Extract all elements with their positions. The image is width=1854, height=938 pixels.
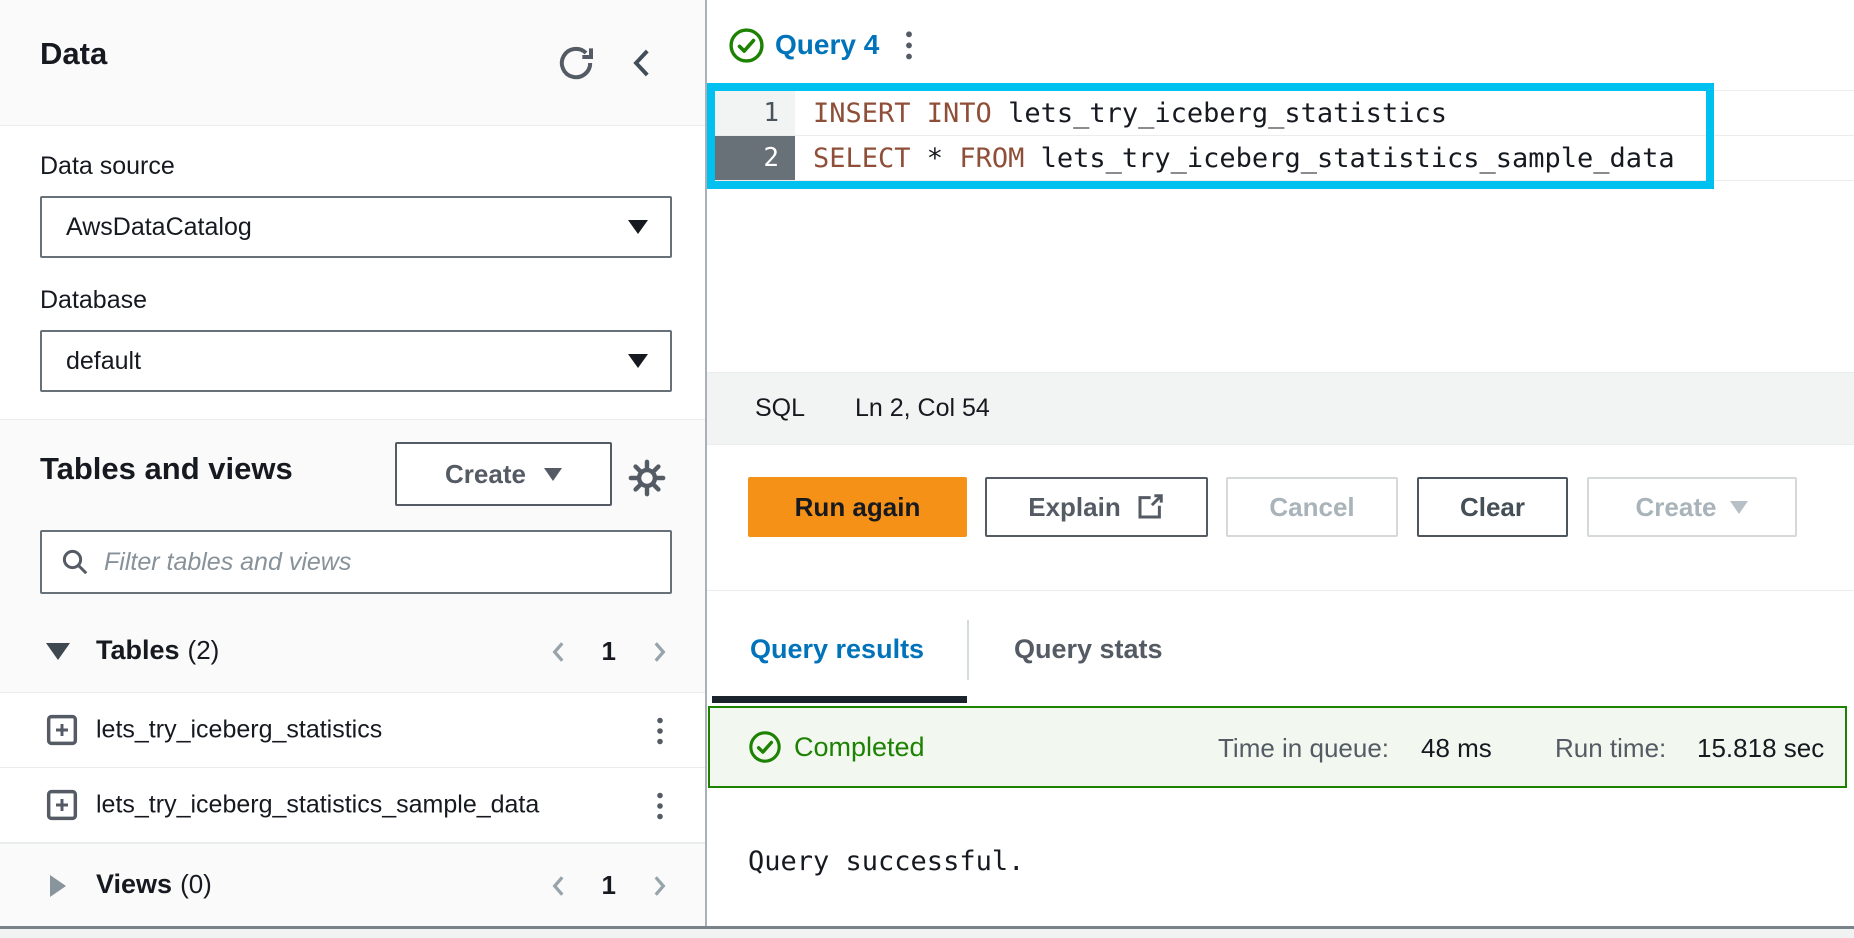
page-number[interactable]: 1 bbox=[602, 870, 616, 901]
table-row: lets_try_iceberg_statistics_sample_data bbox=[0, 768, 705, 843]
time-in-queue-value: 48 ms bbox=[1421, 733, 1492, 764]
time-in-queue-label: Time in queue: bbox=[1218, 733, 1389, 764]
tables-group-header[interactable]: Tables(2) 1 bbox=[0, 610, 705, 693]
line-number: 2 bbox=[709, 136, 795, 180]
data-source-label: Data source bbox=[40, 152, 175, 181]
check-circle-icon bbox=[748, 730, 782, 764]
table-row: lets_try_iceberg_statistics bbox=[0, 693, 705, 768]
code-line[interactable]: 1 INSERT INTO lets_try_iceberg_statistic… bbox=[709, 91, 1854, 136]
expand-table-icon bbox=[46, 789, 78, 821]
refresh-button[interactable] bbox=[556, 42, 598, 84]
run-again-button[interactable]: Run again bbox=[748, 477, 967, 537]
views-group-label: Views(0) bbox=[96, 869, 212, 900]
line-number: 1 bbox=[709, 91, 795, 135]
sql-token: SELECT bbox=[813, 143, 911, 174]
explain-button[interactable]: Explain bbox=[985, 477, 1208, 537]
code-line-text: INSERT INTO lets_try_iceberg_statistics bbox=[795, 98, 1447, 129]
code-line[interactable]: 2 SELECT * FROM lets_try_iceberg_statist… bbox=[709, 136, 1854, 181]
panel-title: Data bbox=[40, 36, 107, 72]
table-name: lets_try_iceberg_statistics_sample_data bbox=[96, 791, 539, 820]
filter-tables-field bbox=[40, 530, 672, 594]
tables-group-label: Tables(2) bbox=[96, 635, 219, 666]
sql-editor[interactable]: 1 INSERT INTO lets_try_iceberg_statistic… bbox=[709, 90, 1854, 372]
sql-token: FROM bbox=[959, 143, 1024, 174]
create-table-button[interactable]: Create bbox=[395, 442, 612, 506]
data-source-value: AwsDataCatalog bbox=[66, 213, 252, 242]
page-next-button[interactable] bbox=[646, 637, 672, 667]
filter-tables-input[interactable] bbox=[104, 548, 652, 577]
data-source-select[interactable]: AwsDataCatalog bbox=[40, 196, 672, 258]
kebab-icon bbox=[646, 789, 676, 823]
tables-and-views-heading: Tables and views bbox=[40, 451, 293, 487]
kebab-icon bbox=[895, 28, 923, 64]
table-actions-kebab-button[interactable] bbox=[646, 789, 676, 823]
views-pagination: 1 bbox=[546, 844, 672, 927]
database-label: Database bbox=[40, 286, 147, 315]
expand-table-button[interactable] bbox=[46, 789, 78, 821]
expand-table-icon bbox=[46, 714, 78, 746]
results-tab-bar: Query results Query stats bbox=[707, 610, 1854, 706]
language-indicator: SQL bbox=[755, 394, 805, 423]
tables-and-views-section: Tables and views Create bbox=[0, 419, 705, 610]
views-count: (0) bbox=[180, 869, 212, 899]
sql-token: lets_try_iceberg_statistics bbox=[992, 98, 1447, 129]
collapsed-triangle-icon[interactable] bbox=[50, 875, 66, 897]
query-editor-panel: Query 4 1 INSERT INTO lets_try_iceberg_s… bbox=[707, 0, 1854, 926]
query-tab[interactable]: Query 4 bbox=[775, 29, 879, 61]
bottom-scroll-edge bbox=[0, 926, 1854, 938]
check-circle-icon bbox=[728, 27, 765, 64]
data-panel: Data Data source AwsDataCatalog Database… bbox=[0, 0, 707, 926]
caret-down-icon bbox=[628, 220, 648, 234]
search-icon bbox=[60, 547, 90, 577]
data-panel-header: Data bbox=[0, 0, 705, 126]
sql-token: * bbox=[911, 143, 960, 174]
page-number[interactable]: 1 bbox=[602, 636, 616, 667]
tab-separator bbox=[967, 620, 969, 680]
query-tab-kebab-button[interactable] bbox=[895, 28, 923, 64]
active-tab-underline bbox=[712, 696, 967, 703]
views-group-header[interactable]: Views(0) 1 bbox=[0, 843, 705, 926]
sql-token: lets_try_iceberg_statistics_sample_data bbox=[1024, 143, 1674, 174]
code-line-text: SELECT * FROM lets_try_iceberg_statistic… bbox=[795, 143, 1675, 174]
external-link-icon bbox=[1135, 492, 1165, 522]
database-select[interactable]: default bbox=[40, 330, 672, 392]
tab-query-stats[interactable]: Query stats bbox=[1014, 634, 1163, 665]
page-prev-button[interactable] bbox=[546, 871, 572, 901]
status-badge: Completed bbox=[794, 732, 925, 763]
page-next-button[interactable] bbox=[646, 871, 672, 901]
expand-table-button[interactable] bbox=[46, 714, 78, 746]
tables-count: (2) bbox=[188, 635, 220, 665]
caret-down-icon bbox=[1730, 501, 1748, 514]
section-divider bbox=[707, 590, 1854, 591]
tables-pagination: 1 bbox=[546, 610, 672, 693]
expanded-triangle-icon[interactable] bbox=[46, 643, 70, 660]
collapse-panel-button[interactable] bbox=[624, 42, 664, 84]
table-actions-kebab-button[interactable] bbox=[646, 714, 676, 748]
run-time-label: Run time: bbox=[1555, 733, 1666, 764]
database-value: default bbox=[66, 347, 141, 376]
caret-down-icon bbox=[544, 468, 562, 481]
kebab-icon bbox=[646, 714, 676, 748]
sql-token: INSERT INTO bbox=[813, 98, 992, 129]
refresh-icon bbox=[556, 43, 598, 83]
action-buttons-row: Run again Explain Cancel Clear Create bbox=[707, 477, 1854, 537]
caret-down-icon bbox=[628, 354, 648, 368]
clear-button[interactable]: Clear bbox=[1417, 477, 1568, 537]
tab-query-results[interactable]: Query results bbox=[750, 634, 924, 665]
settings-gear-button[interactable] bbox=[628, 459, 666, 497]
page-prev-button[interactable] bbox=[546, 637, 572, 667]
query-output-message: Query successful. bbox=[748, 846, 1024, 877]
gear-icon bbox=[628, 459, 666, 497]
cursor-position: Ln 2, Col 54 bbox=[855, 394, 990, 423]
run-time-value: 15.818 sec bbox=[1697, 733, 1824, 764]
editor-status-bar: SQL Ln 2, Col 54 bbox=[707, 372, 1854, 445]
table-name: lets_try_iceberg_statistics bbox=[96, 716, 382, 745]
query-status-banner: Completed Time in queue: 48 ms Run time:… bbox=[708, 706, 1847, 788]
chevron-left-icon bbox=[624, 43, 664, 83]
cancel-button[interactable]: Cancel bbox=[1226, 477, 1398, 537]
create-button-disabled[interactable]: Create bbox=[1587, 477, 1797, 537]
